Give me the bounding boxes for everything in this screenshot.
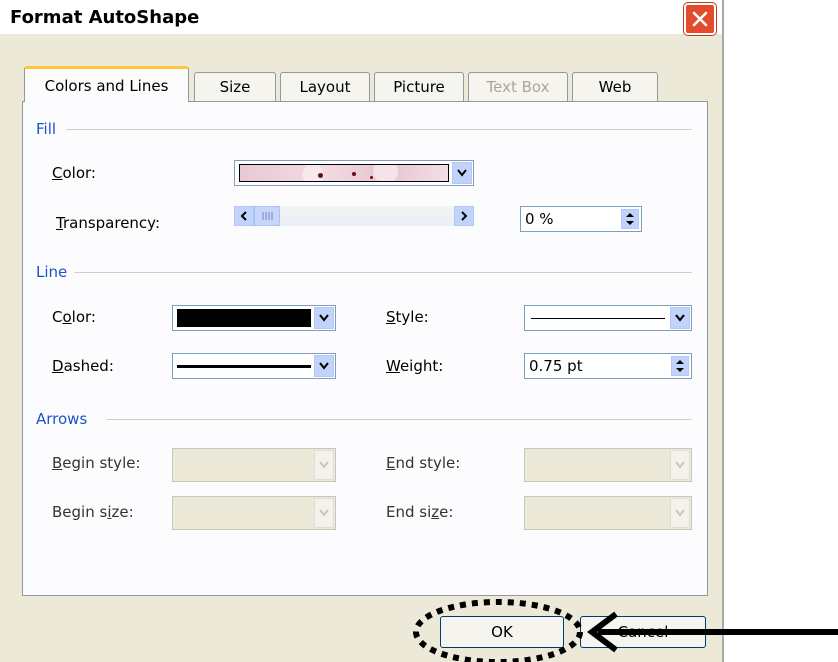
- transparency-slider[interactable]: [234, 205, 474, 229]
- tab-layout[interactable]: Layout: [280, 72, 370, 101]
- arrows-divider: [106, 419, 692, 420]
- transparency-value: 0 %: [525, 210, 554, 228]
- fill-color-dropdown[interactable]: [234, 160, 474, 186]
- dashed-label: Dashed:: [52, 357, 114, 375]
- tab-size[interactable]: Size: [194, 72, 276, 101]
- line-section-label: Line: [36, 263, 68, 281]
- title-bar[interactable]: Format AutoShape: [0, 0, 722, 35]
- dialog-title: Format AutoShape: [10, 7, 200, 28]
- scroll-left-icon[interactable]: [234, 206, 254, 226]
- cancel-button[interactable]: Cancel: [580, 616, 706, 648]
- dashed-preview: [177, 365, 311, 368]
- begin-style-dropdown: [172, 448, 336, 482]
- tab-text-box: Text Box: [468, 72, 568, 101]
- transparency-spinner[interactable]: 0 %: [520, 206, 642, 232]
- chevron-down-icon[interactable]: [452, 162, 472, 184]
- spin-arrows-icon[interactable]: [671, 356, 689, 376]
- fill-divider: [66, 129, 692, 130]
- line-style-preview: [531, 318, 665, 319]
- tab-picture[interactable]: Picture: [374, 72, 464, 101]
- arrows-section-label: Arrows: [36, 410, 88, 428]
- line-divider: [74, 272, 692, 273]
- line-style-dropdown[interactable]: [524, 305, 692, 331]
- spin-arrows-icon[interactable]: [621, 209, 639, 229]
- tab-colors-and-lines[interactable]: Colors and Lines: [24, 66, 189, 102]
- end-size-label: End size:: [386, 503, 454, 521]
- fill-color-swatch: [239, 164, 449, 182]
- weight-value: 0.75 pt: [529, 357, 583, 375]
- fill-color-label: Color:: [52, 164, 96, 182]
- end-size-dropdown: [524, 496, 692, 530]
- scroll-right-icon[interactable]: [454, 206, 474, 226]
- chevron-down-icon: [314, 498, 334, 528]
- chevron-down-icon: [670, 498, 690, 528]
- tab-web[interactable]: Web: [572, 72, 658, 101]
- fill-section-label: Fill: [36, 120, 57, 138]
- slider-track[interactable]: [254, 206, 454, 226]
- begin-style-label: Begin style:: [52, 454, 141, 472]
- weight-spinner[interactable]: 0.75 pt: [524, 353, 692, 379]
- transparency-label: Transparency:: [56, 214, 161, 232]
- close-button[interactable]: [684, 3, 716, 35]
- weight-label: Weight:: [386, 357, 444, 375]
- line-color-dropdown[interactable]: [172, 305, 336, 331]
- end-style-label: End style:: [386, 454, 461, 472]
- chevron-down-icon: [670, 450, 690, 480]
- begin-size-dropdown: [172, 496, 336, 530]
- end-style-dropdown: [524, 448, 692, 482]
- ok-button[interactable]: OK: [440, 616, 564, 648]
- line-style-label: Style:: [386, 308, 429, 326]
- chevron-down-icon[interactable]: [670, 307, 690, 329]
- begin-size-label: Begin size:: [52, 503, 134, 521]
- dashed-dropdown[interactable]: [172, 353, 336, 379]
- chevron-down-icon: [314, 450, 334, 480]
- format-autoshape-dialog: Format AutoShape Colors and Lines Size L…: [0, 0, 724, 662]
- chevron-down-icon[interactable]: [314, 355, 334, 377]
- line-color-label: Color:: [52, 308, 96, 326]
- close-icon: [692, 11, 708, 27]
- slider-thumb[interactable]: [254, 206, 280, 226]
- line-color-swatch: [177, 309, 311, 327]
- chevron-down-icon[interactable]: [314, 307, 334, 329]
